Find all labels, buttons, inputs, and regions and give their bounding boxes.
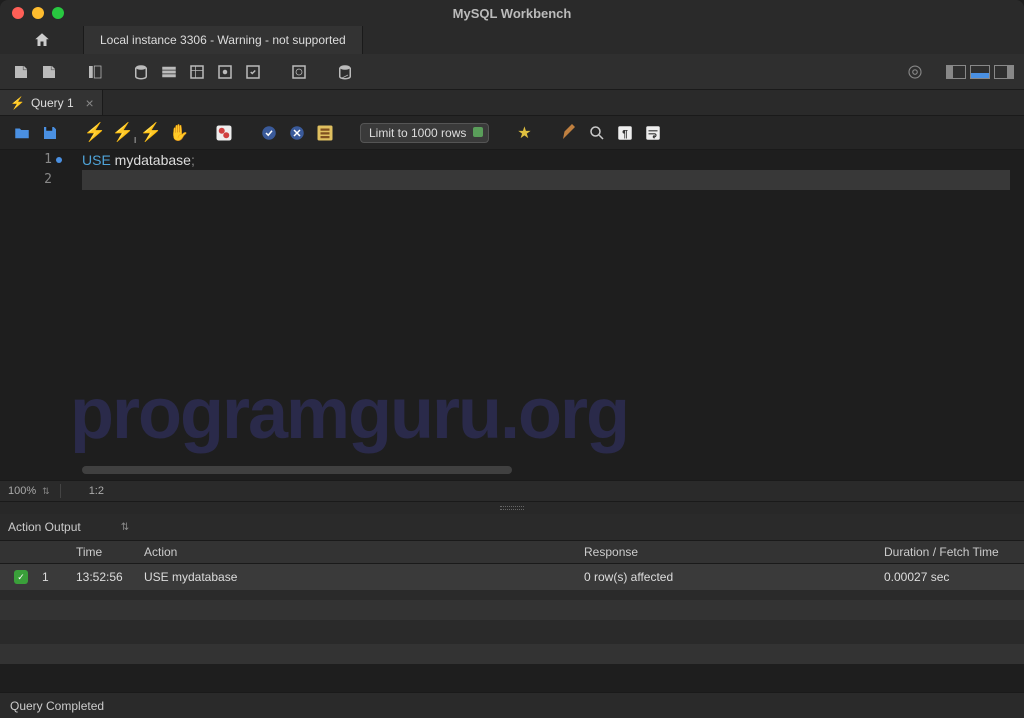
code-line-active [82,170,1010,190]
execute-current-icon[interactable]: ⚡I [113,123,133,143]
toggle-left-panel[interactable] [946,65,966,79]
line-number: 1 [0,150,52,170]
explain-icon[interactable]: ⚡ [141,123,161,143]
home-tab[interactable] [0,26,84,54]
query-tabs-row: ⚡ Query 1 × [0,90,1024,116]
db-icon-1[interactable] [130,61,152,83]
row-index: 1 [38,570,76,584]
row-duration: 0.00027 sec [884,570,1024,584]
output-section-label[interactable]: Action Output [8,520,81,534]
col-action[interactable]: Action [144,545,584,559]
row-limit-label: Limit to 1000 rows [369,126,466,140]
connection-tabs-row: Local instance 3306 - Warning - not supp… [0,26,1024,54]
commit-icon[interactable] [259,123,279,143]
wrap-icon[interactable] [643,123,663,143]
maximize-window-button[interactable] [52,7,64,19]
status-ok-icon: ✓ [14,570,28,584]
new-sql-tab-icon[interactable] [10,61,32,83]
chevron-updown-icon[interactable]: ⇅ [121,522,129,533]
watermark-text: programguru.org [70,373,628,455]
db-icon-5[interactable] [242,61,264,83]
save-file-icon[interactable] [40,123,60,143]
find-icon[interactable] [559,123,579,143]
main-toolbar [0,54,1024,90]
invisible-chars-icon[interactable]: ¶ [615,123,635,143]
home-icon [33,31,51,49]
sql-additions-icon[interactable] [288,61,310,83]
sql-keyword: USE [82,152,111,168]
bolt-icon: ⚡ [10,96,25,110]
close-icon[interactable]: × [85,95,93,111]
output-table-header: Time Action Response Duration / Fetch Ti… [0,540,1024,564]
col-time[interactable]: Time [76,545,144,559]
code-area[interactable]: USE mydatabase; [82,150,1010,190]
line-number: 2 [0,170,52,190]
statement-marker-icon [56,157,62,163]
output-section-header: Action Output ⇅ [0,514,1024,540]
row-response: 0 row(s) affected [584,570,884,584]
row-limit-select[interactable]: Limit to 1000 rows [360,123,489,143]
query-tab-label: Query 1 [31,96,74,110]
title-bar: MySQL Workbench [0,0,1024,26]
toggle-limit-icon[interactable] [315,123,335,143]
execute-icon[interactable]: ⚡ [85,123,105,143]
toggle-right-panel[interactable] [994,65,1014,79]
col-response[interactable]: Response [584,545,884,559]
horizontal-splitter[interactable] [0,502,1024,514]
sql-editor[interactable]: 1 2 USE mydatabase; programguru.org [0,150,1024,480]
zoom-stepper-icon[interactable]: ⇅ [42,486,50,497]
svg-text:¶: ¶ [622,127,628,139]
editor-scrollbar[interactable] [82,466,512,474]
db-icon-4[interactable] [214,61,236,83]
window-controls [0,7,64,19]
connection-tab[interactable]: Local instance 3306 - Warning - not supp… [84,26,363,54]
close-window-button[interactable] [12,7,24,19]
query-tab[interactable]: ⚡ Query 1 × [0,90,103,115]
editor-status-bar: 100% ⇅ 1:2 [0,480,1024,502]
db-icon-3[interactable] [186,61,208,83]
rollback-icon[interactable] [287,123,307,143]
search-icon[interactable] [587,123,607,143]
beautify-icon[interactable]: ★ [514,123,534,143]
server-status-icon[interactable] [334,61,356,83]
open-sql-file-icon[interactable] [38,61,60,83]
status-bar: Query Completed [0,692,1024,718]
settings-gear-icon[interactable] [904,61,926,83]
editor-gutter: 1 2 [0,150,60,190]
status-message: Query Completed [10,699,104,713]
output-row[interactable]: ✓ 1 13:52:56 USE mydatabase 0 row(s) aff… [0,564,1024,590]
row-time: 13:52:56 [76,570,144,584]
stop-icon[interactable]: ✋ [169,123,189,143]
action-output-table: Time Action Response Duration / Fetch Ti… [0,540,1024,664]
toggle-autocommit-icon[interactable] [214,123,234,143]
connection-tab-label: Local instance 3306 - Warning - not supp… [100,33,346,47]
output-row-empty [0,600,1024,620]
inspector-icon[interactable] [84,61,106,83]
code-line: USE mydatabase; [82,150,1010,170]
minimize-window-button[interactable] [32,7,44,19]
window-title: MySQL Workbench [453,6,572,21]
open-file-icon[interactable] [12,123,32,143]
editor-toolbar: ⚡ ⚡I ⚡ ✋ Limit to 1000 rows ★ ¶ [0,116,1024,150]
zoom-level[interactable]: 100% [8,485,36,497]
col-duration[interactable]: Duration / Fetch Time [884,545,1024,559]
cursor-position: 1:2 [89,485,104,497]
db-icon-2[interactable] [158,61,180,83]
output-row-empty [0,644,1024,664]
row-action: USE mydatabase [144,570,584,584]
toggle-bottom-panel[interactable] [970,65,990,79]
